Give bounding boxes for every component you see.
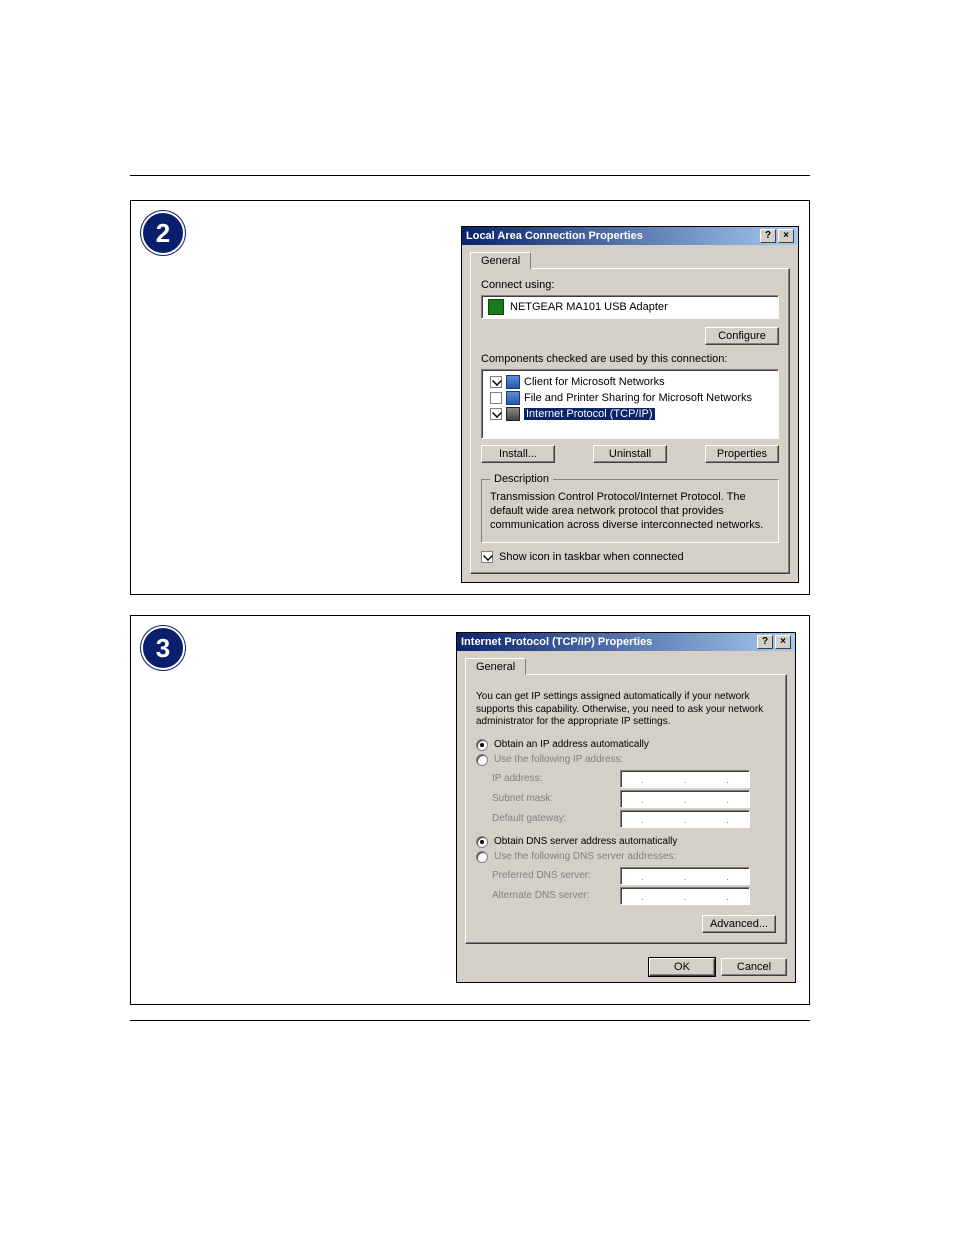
- help-button[interactable]: ?: [760, 229, 776, 243]
- adapter-name: NETGEAR MA101 USB Adapter: [510, 301, 668, 313]
- radio-dns-manual-label: Use the following DNS server addresses:: [494, 851, 676, 862]
- tcpip-properties-window: Internet Protocol (TCP/IP) Properties ? …: [456, 632, 796, 983]
- step-badge-3: 3: [141, 626, 185, 670]
- preferred-dns-input: ...: [620, 867, 750, 885]
- ok-button[interactable]: OK: [649, 958, 715, 976]
- show-icon-checkbox[interactable]: [481, 551, 493, 563]
- components-label: Components checked are used by this conn…: [481, 353, 779, 365]
- tab-general[interactable]: General: [465, 658, 526, 675]
- cancel-button[interactable]: Cancel: [721, 958, 787, 976]
- alternate-dns-input: ...: [620, 887, 750, 905]
- close-button[interactable]: ×: [778, 229, 794, 243]
- client-icon: [506, 375, 520, 389]
- component-item[interactable]: Internet Protocol (TCP/IP): [488, 406, 772, 422]
- divider-bottom: [130, 1020, 810, 1021]
- show-icon-label: Show icon in taskbar when connected: [499, 551, 684, 563]
- default-gateway-input: ...: [620, 810, 750, 828]
- radio-dns-manual[interactable]: [476, 851, 488, 863]
- checkbox-icon[interactable]: [490, 376, 502, 388]
- advanced-button[interactable]: Advanced...: [702, 915, 776, 933]
- step-2-panel: 2 Local Area Connection Properties ? × G…: [130, 200, 810, 595]
- alternate-dns-label: Alternate DNS server:: [492, 890, 612, 901]
- install-button[interactable]: Install...: [481, 445, 555, 463]
- component-label: Internet Protocol (TCP/IP): [524, 408, 655, 420]
- preferred-dns-label: Preferred DNS server:: [492, 870, 612, 881]
- close-button[interactable]: ×: [775, 635, 791, 649]
- component-item[interactable]: Client for Microsoft Networks: [488, 374, 772, 390]
- local-area-connection-properties-window: Local Area Connection Properties ? × Gen…: [461, 226, 799, 583]
- components-list[interactable]: Client for Microsoft Networks File and P…: [481, 369, 779, 439]
- uninstall-button[interactable]: Uninstall: [593, 445, 667, 463]
- title-bar[interactable]: Internet Protocol (TCP/IP) Properties ? …: [457, 633, 795, 651]
- subnet-mask-label: Subnet mask:: [492, 793, 612, 804]
- help-button[interactable]: ?: [757, 635, 773, 649]
- adapter-field: NETGEAR MA101 USB Adapter: [481, 295, 779, 319]
- window-title: Internet Protocol (TCP/IP) Properties: [461, 636, 652, 648]
- component-label: File and Printer Sharing for Microsoft N…: [524, 392, 752, 404]
- default-gateway-label: Default gateway:: [492, 813, 612, 824]
- radio-dns-auto[interactable]: [476, 836, 488, 848]
- radio-ip-auto[interactable]: [476, 739, 488, 751]
- tab-general[interactable]: General: [470, 252, 531, 269]
- tcpip-icon: [506, 407, 520, 421]
- description-legend: Description: [490, 473, 553, 485]
- step-badge-2: 2: [141, 211, 185, 255]
- nic-icon: [488, 299, 504, 315]
- description-group: Description Transmission Control Protoco…: [481, 473, 779, 543]
- description-text: Transmission Control Protocol/Internet P…: [490, 491, 770, 532]
- radio-ip-manual[interactable]: [476, 754, 488, 766]
- properties-button[interactable]: Properties: [705, 445, 779, 463]
- radio-ip-manual-label: Use the following IP address:: [494, 754, 623, 765]
- checkbox-icon[interactable]: [490, 408, 502, 420]
- component-item[interactable]: File and Printer Sharing for Microsoft N…: [488, 390, 772, 406]
- subnet-mask-input: ...: [620, 790, 750, 808]
- radio-dns-auto-label: Obtain DNS server address automatically: [494, 836, 677, 847]
- intro-text: You can get IP settings assigned automat…: [476, 691, 776, 729]
- component-label: Client for Microsoft Networks: [524, 376, 665, 388]
- ip-address-input: ...: [620, 770, 750, 788]
- window-title: Local Area Connection Properties: [466, 230, 643, 242]
- step-3-panel: 3 Internet Protocol (TCP/IP) Properties …: [130, 615, 810, 1005]
- radio-ip-auto-label: Obtain an IP address automatically: [494, 739, 649, 750]
- sharing-icon: [506, 391, 520, 405]
- divider-top: [130, 175, 810, 176]
- connect-using-label: Connect using:: [481, 279, 779, 291]
- configure-button[interactable]: Configure: [705, 327, 779, 345]
- checkbox-icon[interactable]: [490, 392, 502, 404]
- title-bar[interactable]: Local Area Connection Properties ? ×: [462, 227, 798, 245]
- ip-address-label: IP address:: [492, 773, 612, 784]
